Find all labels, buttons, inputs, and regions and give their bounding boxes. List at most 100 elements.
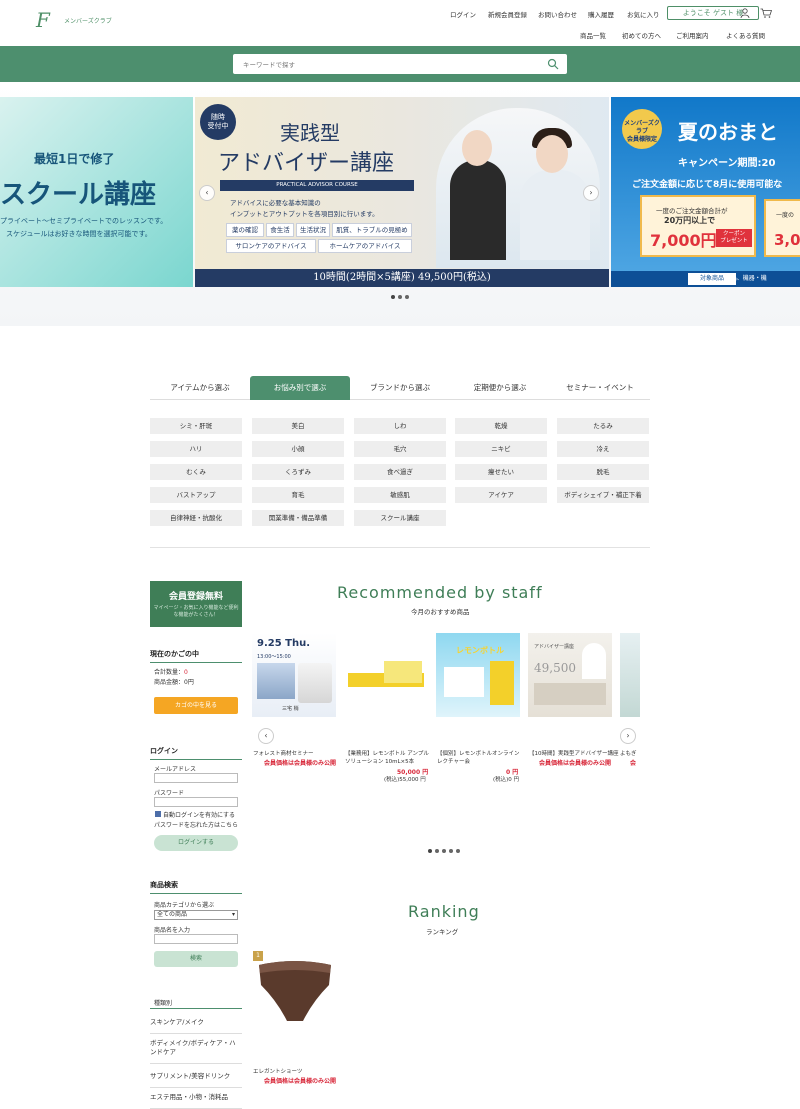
concern-chip[interactable]: 食べ過ぎ (354, 464, 446, 480)
pagination-dot[interactable] (391, 295, 395, 299)
concern-chip[interactable]: シミ・肝斑 (150, 418, 242, 434)
pagination-dot[interactable] (398, 295, 402, 299)
banner-school-desc2: スケジュールはお好きな時間を選択可能です。 (6, 230, 152, 238)
product-thumb[interactable]: レモンボトル (436, 633, 520, 717)
pagination-dot[interactable] (405, 295, 409, 299)
ranking-thumb[interactable] (253, 951, 337, 1035)
rank-badge: 1 (253, 951, 263, 961)
pagination-dot[interactable] (435, 849, 439, 853)
contact-link[interactable]: お問い合わせ (538, 9, 577, 19)
product-name-field[interactable] (154, 934, 238, 944)
concern-chip[interactable]: 痩せたい (455, 464, 547, 480)
register-link[interactable]: 新規会員登録 (488, 9, 527, 19)
banner-pagination[interactable] (391, 295, 409, 299)
concern-chip[interactable]: 自律神経・抗酸化 (150, 510, 242, 526)
concern-chip[interactable]: 小顔 (252, 441, 344, 457)
nav-faq[interactable]: よくある質問 (726, 30, 765, 40)
auto-login-checkbox[interactable] (155, 811, 161, 817)
sidebar-category[interactable]: スキンケア/メイク (150, 1018, 242, 1034)
banner-next-arrow[interactable]: › (583, 185, 599, 201)
concern-chip[interactable]: 美白 (252, 418, 344, 434)
concern-chip[interactable]: しわ (354, 418, 446, 434)
register-banner[interactable]: 会員登録無料 マイページ・お気に入り機能など便利な機能がたくさん！ (150, 581, 242, 627)
concern-chip[interactable]: むくみ (150, 464, 242, 480)
concern-chip[interactable]: たるみ (557, 418, 649, 434)
tab-concern[interactable]: お悩み別で選ぶ (250, 376, 350, 400)
logo-mark: F (36, 8, 50, 32)
email-field[interactable] (154, 773, 238, 783)
carousel-next-arrow[interactable]: › (620, 728, 636, 744)
product-name[interactable]: フォレスト商材セミナー (253, 750, 337, 758)
tab-subscription[interactable]: 定期便から選ぶ (450, 376, 550, 400)
product-thumb[interactable] (620, 633, 640, 717)
concern-chip[interactable]: 冷え (557, 441, 649, 457)
product-thumb[interactable] (344, 633, 428, 717)
logo[interactable]: F メンバーズクラブ (36, 8, 156, 34)
sidebar-category[interactable]: サプリメント/美容ドリンク (150, 1072, 242, 1088)
search-button[interactable]: 検索 (154, 951, 238, 967)
pagination-dot[interactable] (449, 849, 453, 853)
sidebar-category[interactable]: エステ用品・小物・消耗品 (150, 1093, 242, 1109)
tab-brand[interactable]: ブランドから選ぶ (350, 376, 450, 400)
concern-chip[interactable]: バストアップ (150, 487, 242, 503)
banner-advisor-title2: アドバイザー講座 (218, 151, 395, 176)
concern-chip[interactable]: 乾燥 (455, 418, 547, 434)
login-link[interactable]: ログイン (450, 9, 476, 19)
concern-chip[interactable]: ボディシェイプ・補正下着 (557, 487, 649, 503)
nav-products[interactable]: 商品一覧 (580, 30, 606, 40)
carousel-prev-arrow[interactable]: ‹ (258, 728, 274, 744)
history-link[interactable]: 購入履歴 (588, 9, 614, 19)
pagination-dot[interactable] (428, 849, 432, 853)
concern-chip[interactable]: ニキビ (455, 441, 547, 457)
product-name[interactable]: 【個別】レモンボトルオンラインレクチャー会 (437, 750, 521, 766)
password-field[interactable] (154, 797, 238, 807)
banner-advisor-desc1: アドバイスに必要な基本知識の (230, 199, 321, 207)
search-input[interactable]: キーワードで探す (233, 54, 567, 74)
search-icon[interactable] (547, 58, 559, 70)
concern-chip[interactable]: 敏感肌 (354, 487, 446, 503)
product-thumb[interactable]: アドバイザー講座 49,500 (528, 633, 612, 717)
nav-first-time[interactable]: 初めての方へ (622, 30, 661, 40)
pagination-dot[interactable] (442, 849, 446, 853)
logo-text: メンバーズクラブ (64, 18, 112, 25)
coupon-text: 一度のご注文金額合計が (656, 207, 728, 215)
concern-chip[interactable]: 育毛 (252, 487, 344, 503)
recommended-title: Recommended by staff (337, 583, 543, 602)
thumb-price: 49,500 (534, 661, 576, 675)
favorites-link[interactable]: お気に入り (627, 9, 660, 19)
register-title: 会員登録無料 (168, 592, 223, 602)
carousel-pagination[interactable] (428, 849, 460, 853)
pagination-dot[interactable] (456, 849, 460, 853)
banner-tag: 薬の確認 (226, 223, 264, 237)
cart-count: 合計数量：0 (154, 667, 188, 676)
user-icon[interactable] (740, 8, 750, 18)
product-name[interactable]: 【業務用】レモンボトル アンプル ソリューション 10mL×5本 (345, 750, 429, 766)
tab-item[interactable]: アイテムから選ぶ (150, 376, 250, 400)
concern-chip[interactable]: くろずみ (252, 464, 344, 480)
concern-chip[interactable]: アイケア (455, 487, 547, 503)
forgot-password-link[interactable]: パスワードを忘れた方はこちら (154, 820, 238, 829)
search-heading: 商品検索 (150, 880, 242, 894)
password-label: パスワード (154, 790, 185, 797)
sidebar-category[interactable]: ボディメイク/ボディケア・ハンドケア (150, 1039, 242, 1064)
ranking-product-name[interactable]: エレガントショーツ (253, 1068, 302, 1076)
banner-advisor-desc2: インプットとアウトプットを各項目別に行います。 (230, 210, 379, 218)
category-select[interactable]: 全ての商品 ▾ (154, 910, 238, 920)
nav-guide[interactable]: ご利用案内 (676, 30, 709, 40)
coupon-text: 一度の (776, 212, 795, 219)
concern-chip[interactable]: スクール講座 (354, 510, 446, 526)
product-thumb[interactable]: 9.25 Thu. 13:00～15:00 三宅 梢 (252, 633, 336, 717)
concern-chip[interactable]: 脱毛 (557, 464, 649, 480)
coupon-card: 一度のご注文金額合計が 20万円以上で 7,000円 クーポン プレゼント (640, 195, 756, 257)
login-button[interactable]: ログインする (154, 835, 238, 851)
view-cart-button[interactable]: カゴの中を見る (154, 697, 238, 714)
cart-icon[interactable] (760, 8, 772, 18)
concern-chip[interactable]: ハリ (150, 441, 242, 457)
product-name[interactable]: 【10時間】実践型アドバイザー講座 (529, 750, 619, 758)
concern-chip[interactable]: 開業準備・備品準備 (252, 510, 344, 526)
thumb-card (444, 667, 484, 697)
tab-seminar[interactable]: セミナー・イベント (550, 376, 650, 400)
banner-prev-arrow[interactable]: ‹ (199, 185, 215, 201)
product-name[interactable]: よもぎ (620, 750, 640, 758)
concern-chip[interactable]: 毛穴 (354, 441, 446, 457)
